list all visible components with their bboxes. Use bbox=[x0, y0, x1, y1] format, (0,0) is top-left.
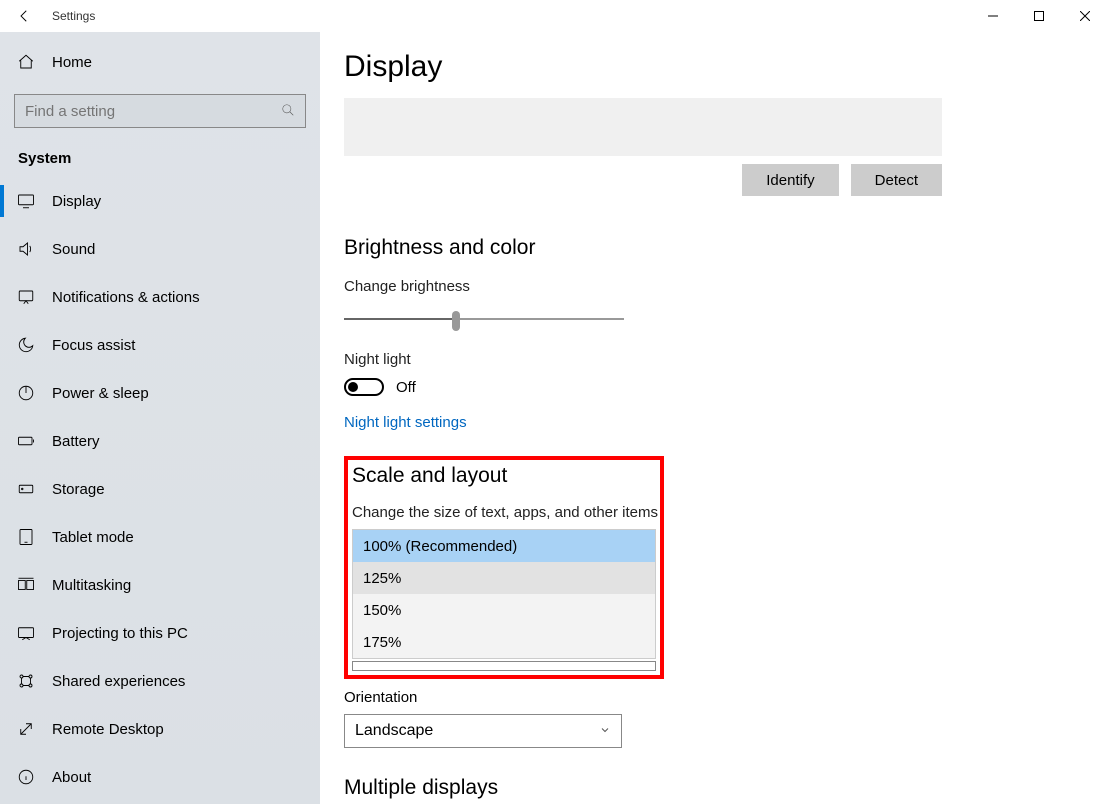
scale-label: Change the size of text, apps, and other… bbox=[348, 504, 660, 521]
remote-icon bbox=[16, 720, 36, 738]
sidebar-item-about[interactable]: About bbox=[0, 753, 320, 801]
search-input[interactable] bbox=[25, 103, 295, 120]
home-icon bbox=[16, 53, 36, 71]
maximize-button[interactable] bbox=[1016, 0, 1062, 32]
night-light-toggle[interactable] bbox=[344, 378, 384, 396]
orientation-value: Landscape bbox=[355, 722, 433, 740]
search-input-wrap[interactable] bbox=[14, 94, 306, 128]
minimize-button[interactable] bbox=[970, 0, 1016, 32]
sidebar-item-remote-desktop[interactable]: Remote Desktop bbox=[0, 705, 320, 753]
sidebar-item-storage[interactable]: Storage bbox=[0, 465, 320, 513]
sidebar-item-power-sleep[interactable]: Power & sleep bbox=[0, 369, 320, 417]
close-button[interactable] bbox=[1062, 0, 1108, 32]
sidebar-item-label: Focus assist bbox=[52, 337, 135, 354]
multiple-displays-section-title: Multiple displays bbox=[344, 776, 1108, 800]
scale-option[interactable]: 150% bbox=[353, 594, 655, 626]
scale-option[interactable]: 125% bbox=[353, 562, 655, 594]
sidebar-item-label: Remote Desktop bbox=[52, 721, 164, 738]
sidebar-group-title: System bbox=[0, 128, 320, 177]
sound-icon bbox=[16, 240, 36, 258]
toggle-state-label: Off bbox=[396, 379, 416, 396]
scale-dropdown-field[interactable] bbox=[352, 661, 656, 671]
night-light-settings-link[interactable]: Night light settings bbox=[344, 414, 467, 431]
main-content: Display Identify Detect Brightness and c… bbox=[320, 32, 1108, 804]
sidebar-item-label: Tablet mode bbox=[52, 529, 134, 546]
search-icon bbox=[281, 103, 295, 122]
night-light-label: Night light bbox=[344, 351, 1108, 368]
detect-button[interactable]: Detect bbox=[851, 164, 942, 196]
projecting-icon bbox=[16, 624, 36, 642]
back-button[interactable] bbox=[0, 3, 48, 30]
sidebar-item-battery[interactable]: Battery bbox=[0, 417, 320, 465]
scale-option[interactable]: 100% (Recommended) bbox=[353, 530, 655, 562]
sidebar-item-multitasking[interactable]: Multitasking bbox=[0, 561, 320, 609]
home-nav[interactable]: Home bbox=[0, 40, 320, 84]
page-title: Display bbox=[344, 50, 1108, 84]
sidebar-item-label: Shared experiences bbox=[52, 673, 185, 690]
sidebar-item-sound[interactable]: Sound bbox=[0, 225, 320, 273]
scale-dropdown-open[interactable]: 100% (Recommended)125%150%175% bbox=[352, 529, 656, 659]
sidebar-item-label: Power & sleep bbox=[52, 385, 149, 402]
sidebar-item-label: Battery bbox=[52, 433, 100, 450]
brightness-section-title: Brightness and color bbox=[344, 236, 1108, 260]
shared-icon bbox=[16, 672, 36, 690]
scale-option[interactable]: 175% bbox=[353, 626, 655, 658]
sidebar: Home System Display Sound Notifications & … bbox=[0, 32, 320, 804]
tablet-icon bbox=[16, 528, 36, 546]
sidebar-item-label: Sound bbox=[52, 241, 95, 258]
window-title: Settings bbox=[48, 9, 95, 23]
multitasking-icon bbox=[16, 576, 36, 594]
orientation-label: Orientation bbox=[344, 689, 1108, 706]
battery-icon bbox=[16, 432, 36, 450]
sidebar-item-tablet-mode[interactable]: Tablet mode bbox=[0, 513, 320, 561]
display-preview bbox=[344, 98, 942, 156]
slider-thumb[interactable] bbox=[452, 311, 460, 331]
sidebar-item-shared-experiences[interactable]: Shared experiences bbox=[0, 657, 320, 705]
sidebar-item-focus-assist[interactable]: Focus assist bbox=[0, 321, 320, 369]
about-icon bbox=[16, 768, 36, 786]
display-icon bbox=[16, 192, 36, 210]
sidebar-item-display[interactable]: Display bbox=[0, 177, 320, 225]
sidebar-item-label: Display bbox=[52, 193, 101, 210]
scale-section-title: Scale and layout bbox=[348, 464, 660, 488]
brightness-slider[interactable] bbox=[344, 309, 624, 329]
sidebar-item-label: Projecting to this PC bbox=[52, 625, 188, 642]
moon-icon bbox=[16, 336, 36, 354]
notifications-icon bbox=[16, 288, 36, 306]
scale-highlight-box: Scale and layout Change the size of text… bbox=[344, 456, 664, 679]
sidebar-item-label: Multitasking bbox=[52, 577, 131, 594]
brightness-label: Change brightness bbox=[344, 278, 1108, 295]
sidebar-item-label: About bbox=[52, 769, 91, 786]
sidebar-item-label: Notifications & actions bbox=[52, 289, 200, 306]
power-icon bbox=[16, 384, 36, 402]
sidebar-item-notifications-actions[interactable]: Notifications & actions bbox=[0, 273, 320, 321]
home-label: Home bbox=[52, 54, 92, 71]
storage-icon bbox=[16, 480, 36, 498]
orientation-select[interactable]: Landscape bbox=[344, 714, 622, 748]
sidebar-item-projecting-to-this-pc[interactable]: Projecting to this PC bbox=[0, 609, 320, 657]
identify-button[interactable]: Identify bbox=[742, 164, 838, 196]
sidebar-item-label: Storage bbox=[52, 481, 105, 498]
chevron-down-icon bbox=[599, 724, 611, 739]
